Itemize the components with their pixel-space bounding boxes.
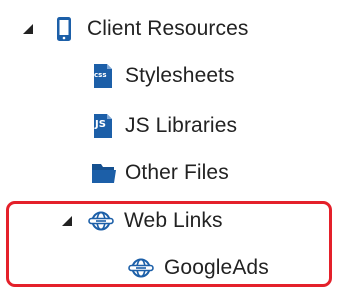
tree-node-label: Other Files [125,161,229,184]
globe-link-icon [128,257,154,279]
tree-node-stylesheets[interactable]: css Stylesheets [0,61,341,91]
tree-node-js-libraries[interactable]: JS JS Libraries [0,111,341,141]
folder-icon [91,161,117,185]
tree-node-other-files[interactable]: Other Files [0,158,341,188]
tree-node-client-resources[interactable]: Client Resources [0,14,341,44]
tree-node-googleads[interactable]: GoogleAds [0,253,330,283]
tree-node-label: JS Libraries [125,114,238,137]
tree-node-label: Client Resources [87,17,249,40]
expanded-triangle-icon[interactable] [61,215,73,227]
tree-node-label: Web Links [124,209,223,232]
resource-tree: Client Resources css Stylesheets JS JS L… [0,0,341,292]
globe-link-icon [88,210,114,232]
tree-node-web-links[interactable]: Web Links [0,206,330,236]
expanded-triangle-icon[interactable] [22,23,34,35]
tablet-device-icon [56,16,72,42]
tree-node-label: Stylesheets [125,64,235,87]
js-badge-text: JS [95,119,106,130]
tree-node-label: GoogleAds [164,256,269,279]
css-badge-text: css [94,71,107,79]
